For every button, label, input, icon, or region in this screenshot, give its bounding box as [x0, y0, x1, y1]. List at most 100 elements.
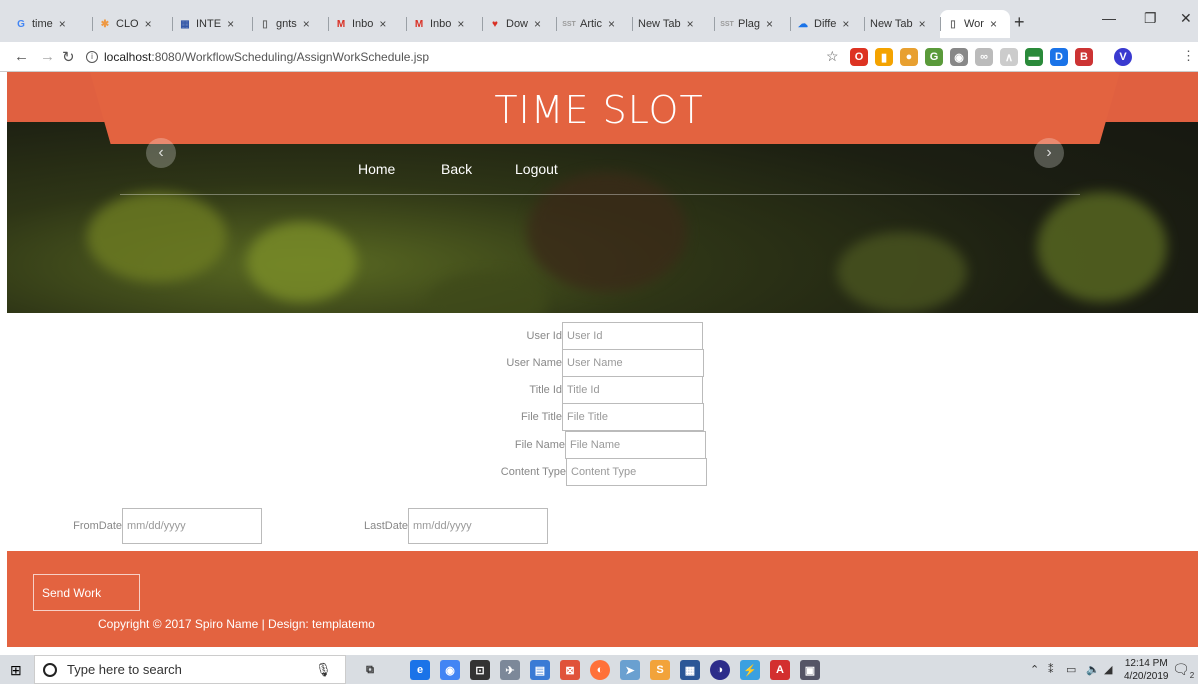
page-icon: ▯	[262, 18, 268, 30]
tab-time[interactable]: G time ×	[8, 10, 92, 38]
tab-gnts[interactable]: ▯ gnts ×	[252, 10, 328, 38]
user-id-input[interactable]	[562, 322, 703, 350]
extension-icon[interactable]: ▬	[1025, 48, 1043, 66]
nav-home[interactable]: Home	[358, 161, 395, 177]
forward-arrow-icon[interactable]: →	[40, 48, 55, 65]
extension-icon[interactable]: ∧	[1000, 48, 1018, 66]
heart-icon: ♥	[492, 18, 498, 30]
slider-next-icon[interactable]: ›	[1034, 138, 1064, 168]
tray-app-icon[interactable]: ⁑	[1048, 663, 1054, 676]
windows-taskbar: ⊞ Type here to search 🎙 ⧉ e ◉ ⊡ ✈ ▤ ⊠ ◐ …	[0, 655, 1198, 684]
close-icon[interactable]: ×	[534, 17, 541, 31]
file-explorer-icon[interactable]: ▤	[530, 660, 550, 680]
close-icon[interactable]: ×	[919, 17, 926, 31]
slider-prev-icon[interactable]: ‹	[146, 138, 176, 168]
title-id-input[interactable]	[562, 376, 703, 404]
extension-icon[interactable]: D	[1050, 48, 1068, 66]
close-icon[interactable]: ×	[59, 17, 66, 31]
chrome-icon[interactable]: ◉	[440, 660, 460, 680]
extension-icon[interactable]: ∞	[975, 48, 993, 66]
close-icon[interactable]: ×	[766, 17, 773, 31]
info-icon[interactable]: i	[86, 51, 98, 63]
app-icon[interactable]: ▣	[800, 660, 820, 680]
battery-icon[interactable]: ▭	[1066, 663, 1076, 676]
file-title-label: File Title	[521, 411, 562, 423]
bookmark-star-icon[interactable]: ☆	[826, 48, 839, 65]
edge-icon[interactable]: e	[410, 660, 430, 680]
extension-icon[interactable]: ▮	[875, 48, 893, 66]
tab-new-2[interactable]: New Tab ×	[864, 10, 938, 38]
new-tab-button[interactable]: +	[1014, 12, 1025, 33]
opera-extension-icon[interactable]: O	[850, 48, 868, 66]
clock-date: 4/20/2019	[1124, 671, 1169, 682]
grid-icon: ▦	[180, 18, 190, 30]
user-name-row: User Name	[460, 349, 704, 377]
tab-label: New Tab	[870, 18, 913, 30]
close-icon[interactable]: ×	[379, 17, 386, 31]
microphone-icon[interactable]: 🎙	[315, 662, 332, 678]
tab-clo[interactable]: ✱ CLO ×	[92, 10, 172, 38]
tab-inbox-1[interactable]: M Inbo ×	[328, 10, 406, 38]
sublime-icon[interactable]: S	[650, 660, 670, 680]
tab-inbox-2[interactable]: M Inbo ×	[406, 10, 482, 38]
back-arrow-icon[interactable]: ←	[14, 48, 29, 65]
close-icon[interactable]: ×	[842, 17, 849, 31]
profile-avatar[interactable]: V	[1114, 48, 1132, 66]
close-icon[interactable]: ×	[303, 17, 310, 31]
close-icon[interactable]: ×	[457, 17, 464, 31]
acrobat-icon[interactable]: A	[770, 660, 790, 680]
extension-icon[interactable]: B	[1075, 48, 1093, 66]
eclipse-icon[interactable]: ◑	[710, 660, 730, 680]
minimize-icon[interactable]: —	[1102, 10, 1116, 26]
close-icon[interactable]: ×	[145, 17, 152, 31]
tray-expand-icon[interactable]: ⌃	[1030, 663, 1039, 676]
tab-download[interactable]: ♥ Dow ×	[482, 10, 556, 38]
store-icon[interactable]: ⊡	[470, 660, 490, 680]
app-icon[interactable]: ✈	[500, 660, 520, 680]
firefox-icon[interactable]: ◐	[590, 660, 610, 680]
app-icon[interactable]: ▦	[680, 660, 700, 680]
extension-icon[interactable]: G	[925, 48, 943, 66]
user-name-input[interactable]	[562, 349, 704, 377]
tab-label: gnts	[276, 18, 297, 30]
windows-start-icon[interactable]: ⊞	[10, 662, 22, 679]
menu-dots-icon[interactable]: ⋮	[1182, 48, 1195, 64]
close-icon[interactable]: ×	[687, 17, 694, 31]
tab-label: Inbo	[352, 18, 374, 30]
reload-icon[interactable]: ↻	[62, 48, 75, 66]
close-icon[interactable]: ×	[990, 17, 997, 31]
file-title-input[interactable]	[562, 403, 704, 431]
nav-back[interactable]: Back	[441, 161, 472, 177]
taskbar-search-box[interactable]: Type here to search	[34, 655, 346, 684]
from-date-input[interactable]	[122, 508, 262, 544]
cookie-extension-icon[interactable]: ●	[900, 48, 918, 66]
wifi-icon[interactable]: ◢	[1104, 663, 1112, 676]
notification-icon[interactable]: 🗨2	[1172, 661, 1194, 680]
extension-icon[interactable]: ◉	[950, 48, 968, 66]
close-icon[interactable]: ×	[227, 17, 234, 31]
last-date-input[interactable]	[408, 508, 548, 544]
file-name-input[interactable]	[565, 431, 706, 459]
tab-label: Plag	[738, 18, 761, 30]
restore-icon[interactable]: ❐	[1144, 10, 1157, 27]
xampp-icon[interactable]: ⊠	[560, 660, 580, 680]
content-type-input[interactable]	[566, 458, 707, 486]
tab-article[interactable]: SST Artic ×	[556, 10, 632, 38]
tab-new-1[interactable]: New Tab ×	[632, 10, 714, 38]
volume-icon[interactable]: 🔈	[1086, 663, 1100, 676]
tab-inte[interactable]: ▦ INTE ×	[172, 10, 252, 38]
send-work-button[interactable]: Send Work	[33, 574, 140, 611]
taskbar-clock[interactable]: 12:14 PM 4/20/2019	[1124, 657, 1169, 683]
nav-logout[interactable]: Logout	[515, 161, 558, 177]
task-view-icon[interactable]: ⧉	[360, 660, 380, 680]
app-icon[interactable]: ➤	[620, 660, 640, 680]
tab-active-workflow[interactable]: ▯ Wor ×	[940, 10, 1010, 38]
tab-label: New Tab	[638, 18, 681, 30]
tab-label: Inbo	[430, 18, 452, 30]
close-icon[interactable]: ×	[608, 17, 615, 31]
window-close-icon[interactable]: ✕	[1180, 10, 1192, 27]
tab-plag[interactable]: SST Plag ×	[714, 10, 790, 38]
app-icon[interactable]: ⚡	[740, 660, 760, 680]
tab-diff[interactable]: ☁ Diffe ×	[790, 10, 864, 38]
url-field[interactable]: localhost:8080/WorkflowScheduling/Assign…	[104, 50, 429, 64]
